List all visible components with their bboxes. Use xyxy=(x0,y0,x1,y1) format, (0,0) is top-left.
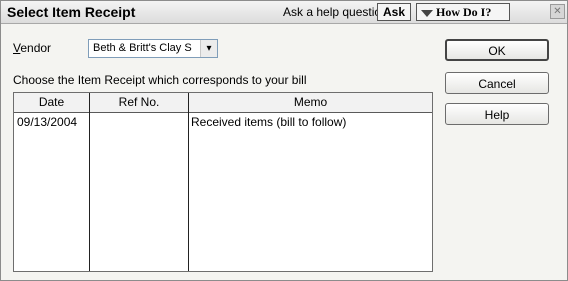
column-header-date[interactable]: Date xyxy=(14,95,89,109)
ask-button[interactable]: Ask xyxy=(377,3,411,21)
how-do-i-button[interactable]: How Do I? xyxy=(416,3,510,21)
ok-button[interactable]: OK xyxy=(445,39,549,61)
cancel-button[interactable]: Cancel xyxy=(445,72,549,94)
vendor-selected-value: Beth & Britt's Clay S xyxy=(93,42,192,54)
vendor-label: Vendor xyxy=(13,41,51,55)
item-receipt-table: Date Ref No. Memo 09/13/2004 Received it… xyxy=(13,92,433,272)
table-header: Date Ref No. Memo xyxy=(14,93,432,113)
column-header-ref-no[interactable]: Ref No. xyxy=(90,95,188,109)
how-do-i-label: How Do I? xyxy=(436,5,492,19)
chevron-down-icon[interactable]: ▾ xyxy=(200,40,217,57)
close-icon[interactable]: ✕ xyxy=(550,4,565,19)
instruction-text: Choose the Item Receipt which correspond… xyxy=(13,73,307,87)
help-button[interactable]: Help xyxy=(445,103,549,125)
cell-memo: Received items (bill to follow) xyxy=(191,115,347,129)
cell-date: 09/13/2004 xyxy=(17,115,78,129)
column-header-memo[interactable]: Memo xyxy=(189,95,432,109)
table-row[interactable]: 09/13/2004 Received items (bill to follo… xyxy=(14,113,432,130)
title-bar: Select Item Receipt Ask a help question … xyxy=(1,1,567,24)
help-question-label: Ask a help question xyxy=(283,5,388,19)
window-title: Select Item Receipt xyxy=(7,4,136,20)
dropdown-triangle-icon xyxy=(421,9,433,17)
vendor-label-rest: endor xyxy=(20,41,52,55)
vendor-dropdown[interactable]: Beth & Britt's Clay S ▾ xyxy=(88,39,218,58)
select-item-receipt-window: Select Item Receipt Ask a help question … xyxy=(0,0,568,281)
